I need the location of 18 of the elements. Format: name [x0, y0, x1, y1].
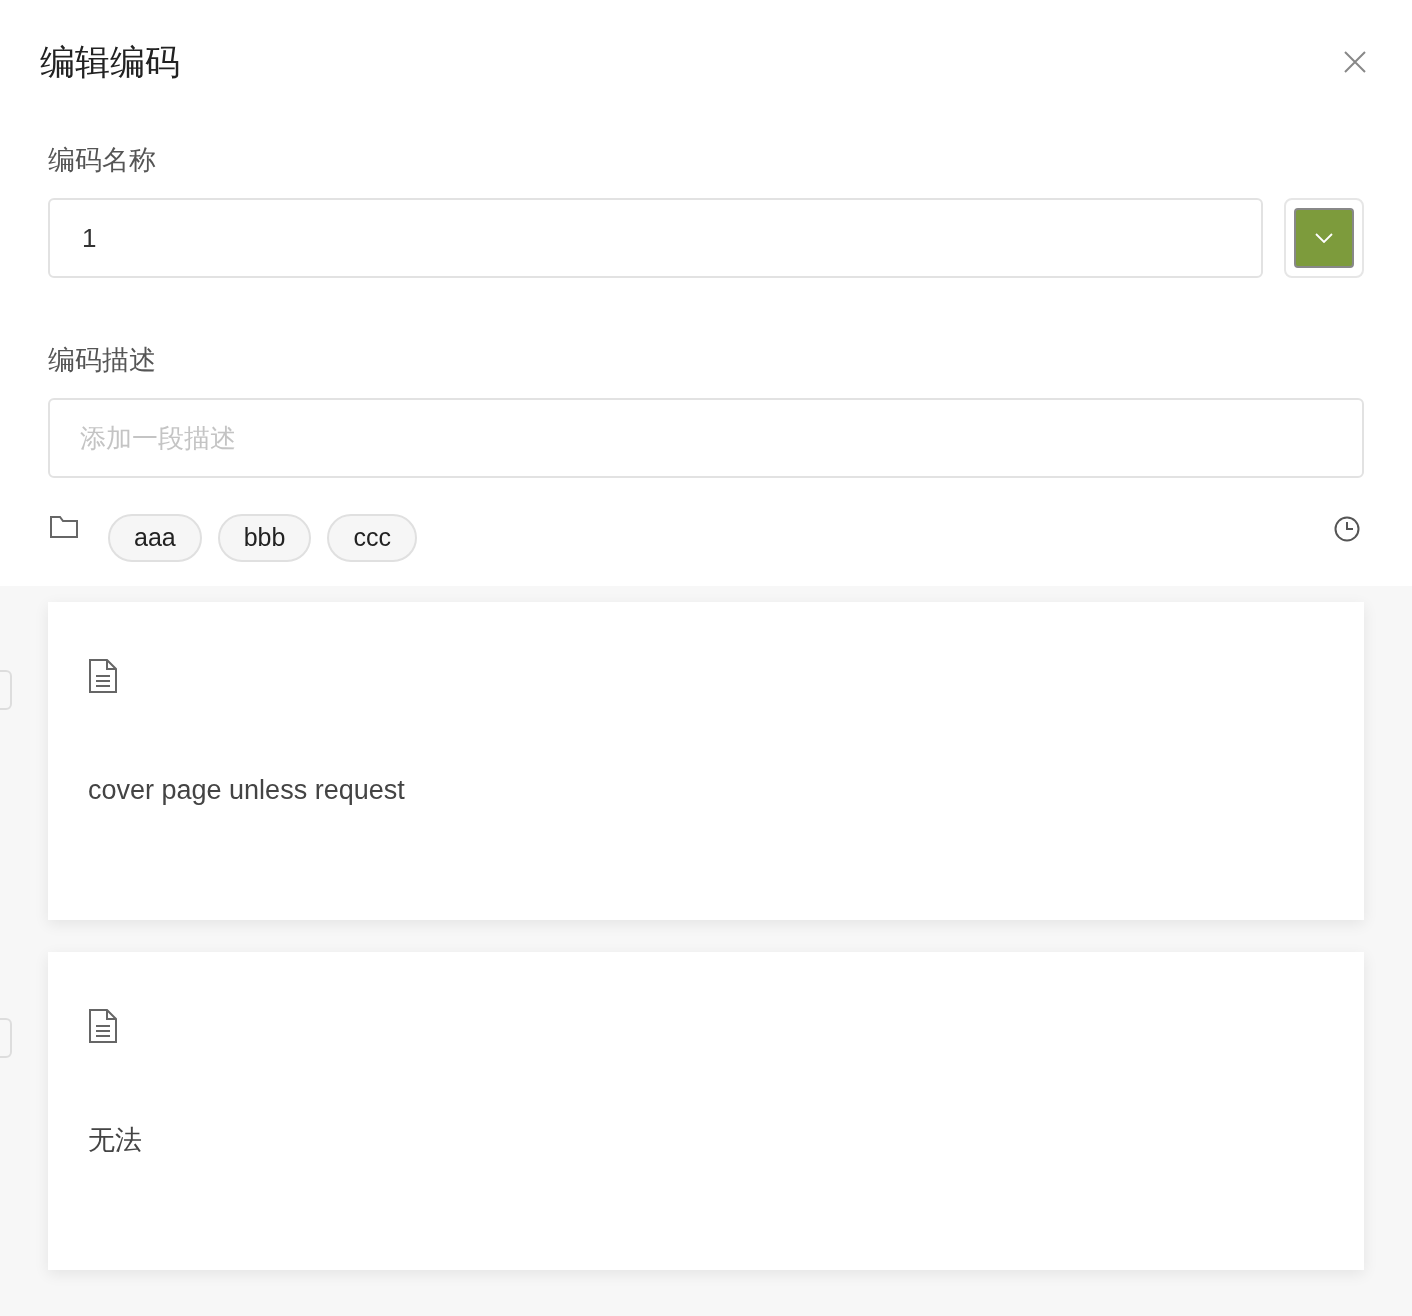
color-picker-button[interactable]: [1284, 198, 1364, 278]
folder-icon: [50, 516, 78, 538]
field-label: 编码描述: [48, 344, 157, 377]
field-label: 编码名称: [48, 144, 157, 177]
document-icon: [88, 1008, 118, 1044]
note-text: 无法: [88, 1124, 143, 1157]
document-icon: [88, 658, 118, 694]
note-text: cover page unless request: [88, 774, 406, 807]
clock-icon: [1334, 516, 1360, 542]
chevron-down-icon: [1315, 233, 1333, 243]
close-icon: [1344, 51, 1366, 73]
name-input-field[interactable]: 1: [48, 198, 1263, 278]
dialog-title: 编辑编码: [40, 41, 180, 83]
tag-chip[interactable]: bbb: [217, 514, 312, 562]
tag-chip[interactable]: ccc: [327, 514, 417, 562]
description-input-field[interactable]: 添加一段描述: [48, 398, 1364, 478]
tag-chip[interactable]: aaa: [108, 514, 202, 562]
close-button[interactable]: [1342, 49, 1368, 75]
